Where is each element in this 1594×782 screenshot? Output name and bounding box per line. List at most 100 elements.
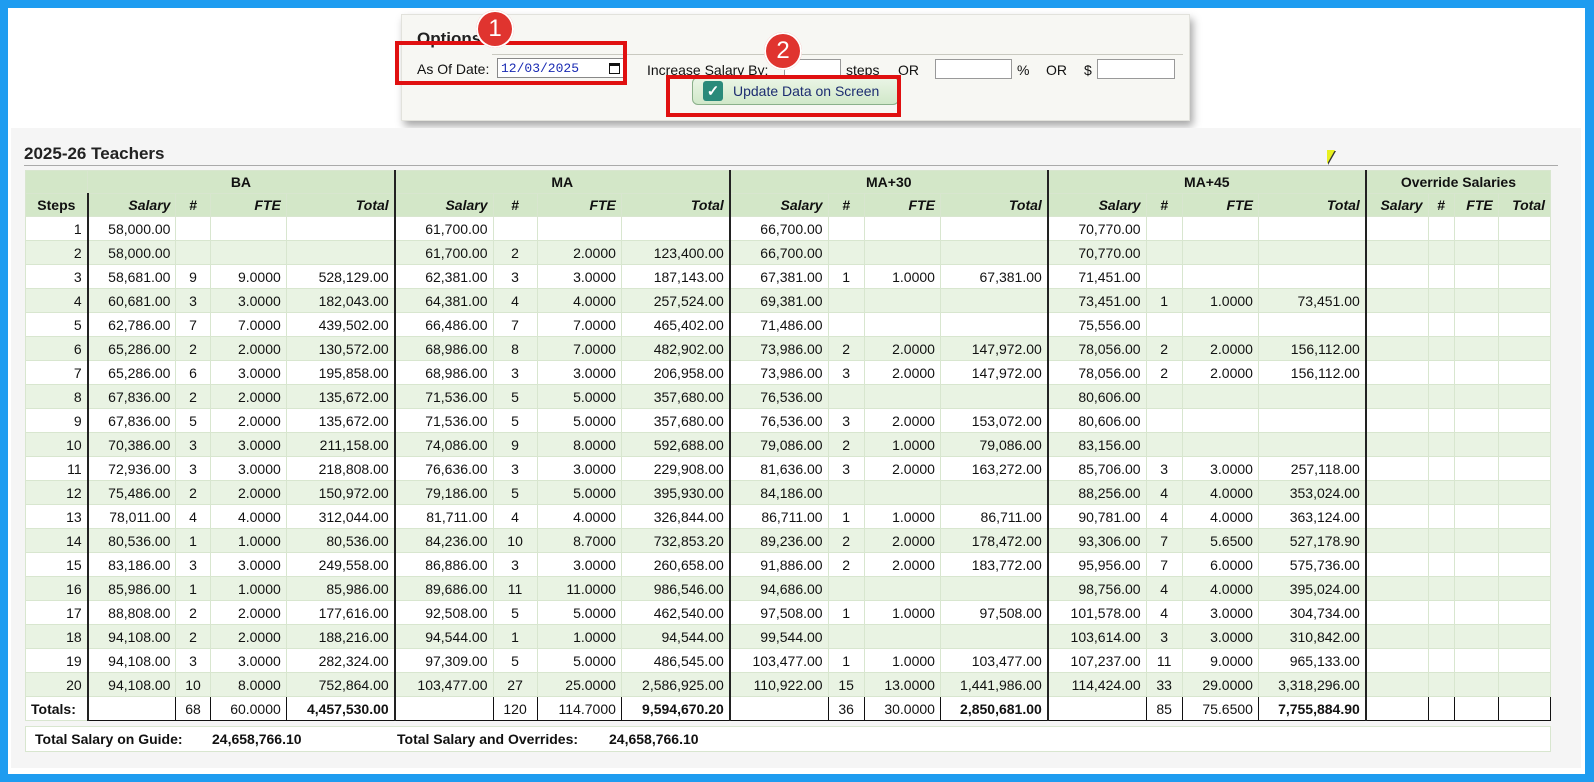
ma45-salary-cell: 95,956.00 bbox=[1046, 552, 1147, 577]
ma30-fte-cell: 1.0000 bbox=[863, 600, 941, 625]
ma45-fte-cell: 5.6500 bbox=[1181, 528, 1259, 553]
override-total-salary-cell bbox=[1364, 696, 1429, 721]
ma45-fte-cell bbox=[1181, 216, 1259, 241]
ma30-fte-cell bbox=[863, 480, 941, 505]
ma45-total-cell: 257,118.00 bbox=[1257, 456, 1367, 481]
ma-fte-cell: 5.0000 bbox=[536, 600, 622, 625]
ma-count-cell: 9 bbox=[492, 432, 538, 457]
callout-box-update-button bbox=[666, 75, 901, 117]
ma45-total-cell: 965,133.00 bbox=[1257, 648, 1367, 673]
ma30-fte-cell: 2.0000 bbox=[863, 528, 941, 553]
ma45-total-cell bbox=[1257, 264, 1367, 289]
ma-salary-cell: 64,381.00 bbox=[393, 288, 494, 313]
ma30-salary-cell: 103,477.00 bbox=[728, 648, 829, 673]
ma45-count-cell: 4 bbox=[1145, 576, 1183, 601]
ma-total-fte-cell: 114.7000 bbox=[536, 696, 622, 721]
override-count-cell bbox=[1427, 624, 1455, 649]
ma-count-cell: 3 bbox=[492, 456, 538, 481]
ma45-salary-cell: 78,056.00 bbox=[1046, 360, 1147, 385]
ma30-salary-cell: 73,986.00 bbox=[728, 360, 829, 385]
ma-count-cell: 8 bbox=[492, 336, 538, 361]
ma30-fte-header: FTE bbox=[863, 193, 941, 217]
ma-total-cell: 2,586,925.00 bbox=[620, 672, 731, 697]
ma45-salary-cell: 85,706.00 bbox=[1046, 456, 1147, 481]
ma45-count-cell: 3 bbox=[1145, 624, 1183, 649]
ba-total-cell: 752,864.00 bbox=[285, 672, 396, 697]
ma30-fte-cell bbox=[863, 312, 941, 337]
ma30-salary-cell: 66,700.00 bbox=[728, 216, 829, 241]
ma30-total-cell: 147,972.00 bbox=[939, 360, 1049, 385]
table-row: 13 78,011.00 4 4.0000 312,044.00 81,711.00 4 4.… bbox=[24, 504, 1552, 529]
ma-fte-cell: 11.0000 bbox=[536, 576, 622, 601]
ma-fte-cell: 3.0000 bbox=[536, 456, 622, 481]
ma45-fte-cell: 2.0000 bbox=[1181, 360, 1259, 385]
dollar-input[interactable] bbox=[1097, 59, 1175, 79]
ma45-salary-cell: 114,424.00 bbox=[1046, 672, 1147, 697]
ma-salary-cell: 84,236.00 bbox=[393, 528, 494, 553]
ma45-count-cell: 7 bbox=[1145, 528, 1183, 553]
ba-fte-cell: 1.0000 bbox=[209, 528, 287, 553]
ma45-fte-cell: 3.0000 bbox=[1181, 456, 1259, 481]
ma-count-cell bbox=[492, 216, 538, 241]
override-count-cell bbox=[1427, 480, 1455, 505]
ma45-salary-cell: 88,256.00 bbox=[1046, 480, 1147, 505]
ma30-total-cell: 1,441,986.00 bbox=[939, 672, 1049, 697]
override-total-header: Total bbox=[1497, 193, 1552, 217]
ma30-total-cell bbox=[939, 576, 1049, 601]
ma-fte-cell: 5.0000 bbox=[536, 384, 622, 409]
ma45-count-cell: 4 bbox=[1145, 504, 1183, 529]
override-fte-cell bbox=[1453, 408, 1499, 433]
ba-count-cell: 3 bbox=[175, 456, 211, 481]
override-salary-cell bbox=[1364, 312, 1429, 337]
ba-total-count-cell: 68 bbox=[175, 696, 211, 721]
ma30-count-cell: 1 bbox=[827, 648, 865, 673]
ba-salary-cell: 65,286.00 bbox=[86, 360, 177, 385]
ma-count-cell: 11 bbox=[492, 576, 538, 601]
override-count-cell bbox=[1427, 216, 1455, 241]
override-fte-cell bbox=[1453, 480, 1499, 505]
mouse-cursor-icon bbox=[1327, 150, 1335, 164]
override-total-cell bbox=[1497, 288, 1552, 313]
steps-group-header bbox=[24, 170, 89, 194]
ba-count-cell bbox=[175, 240, 211, 265]
step-cell: 19 bbox=[24, 648, 89, 673]
ma-salary-cell: 71,536.00 bbox=[393, 384, 494, 409]
ba-salary-cell: 78,011.00 bbox=[86, 504, 177, 529]
table-row: 2 58,000.00 61,700.00 2 2.0000 123,400.00 66,7… bbox=[24, 240, 1552, 265]
override-fte-cell bbox=[1453, 552, 1499, 577]
ma45-total-cell: 363,124.00 bbox=[1257, 504, 1367, 529]
step-cell: 14 bbox=[24, 528, 89, 553]
ba-count-cell: 3 bbox=[175, 552, 211, 577]
ma45-total-cell: 575,736.00 bbox=[1257, 552, 1367, 577]
override-salary-cell bbox=[1364, 552, 1429, 577]
ma45-count-cell bbox=[1145, 216, 1183, 241]
ma-salary-cell: 92,508.00 bbox=[393, 600, 494, 625]
ma30-salary-cell: 69,381.00 bbox=[728, 288, 829, 313]
ma45-salary-cell: 107,237.00 bbox=[1046, 648, 1147, 673]
override-count-cell bbox=[1427, 240, 1455, 265]
ba-count-cell: 5 bbox=[175, 408, 211, 433]
ma-count-cell: 4 bbox=[492, 288, 538, 313]
ma45-fte-cell bbox=[1181, 384, 1259, 409]
override-fte-cell bbox=[1453, 288, 1499, 313]
ma45-total-cell bbox=[1257, 432, 1367, 457]
ba-total-cell: 528,129.00 bbox=[285, 264, 396, 289]
ma30-count-cell: 3 bbox=[827, 408, 865, 433]
ma30-total-cell: 103,477.00 bbox=[939, 648, 1049, 673]
ma30-count-cell bbox=[827, 312, 865, 337]
table-row: 3 58,681.00 9 9.0000 528,129.00 62,381.00 3 3.0… bbox=[24, 264, 1552, 289]
ma-fte-cell: 3.0000 bbox=[536, 360, 622, 385]
dollar-label: $ bbox=[1084, 62, 1092, 78]
ma-fte-cell: 5.0000 bbox=[536, 648, 622, 673]
ma30-count-cell: 3 bbox=[827, 360, 865, 385]
override-salary-cell bbox=[1364, 264, 1429, 289]
ma-count-cell: 4 bbox=[492, 504, 538, 529]
ma45-fte-cell: 3.0000 bbox=[1181, 624, 1259, 649]
ma45-salary-cell: 93,306.00 bbox=[1046, 528, 1147, 553]
ma-salary-cell: 71,536.00 bbox=[393, 408, 494, 433]
percent-input[interactable] bbox=[935, 59, 1012, 79]
ba-salary-cell: 58,000.00 bbox=[86, 240, 177, 265]
ma45-fte-header: FTE bbox=[1181, 193, 1259, 217]
ma30-salary-cell: 99,544.00 bbox=[728, 624, 829, 649]
ma-total-cell: 206,958.00 bbox=[620, 360, 731, 385]
